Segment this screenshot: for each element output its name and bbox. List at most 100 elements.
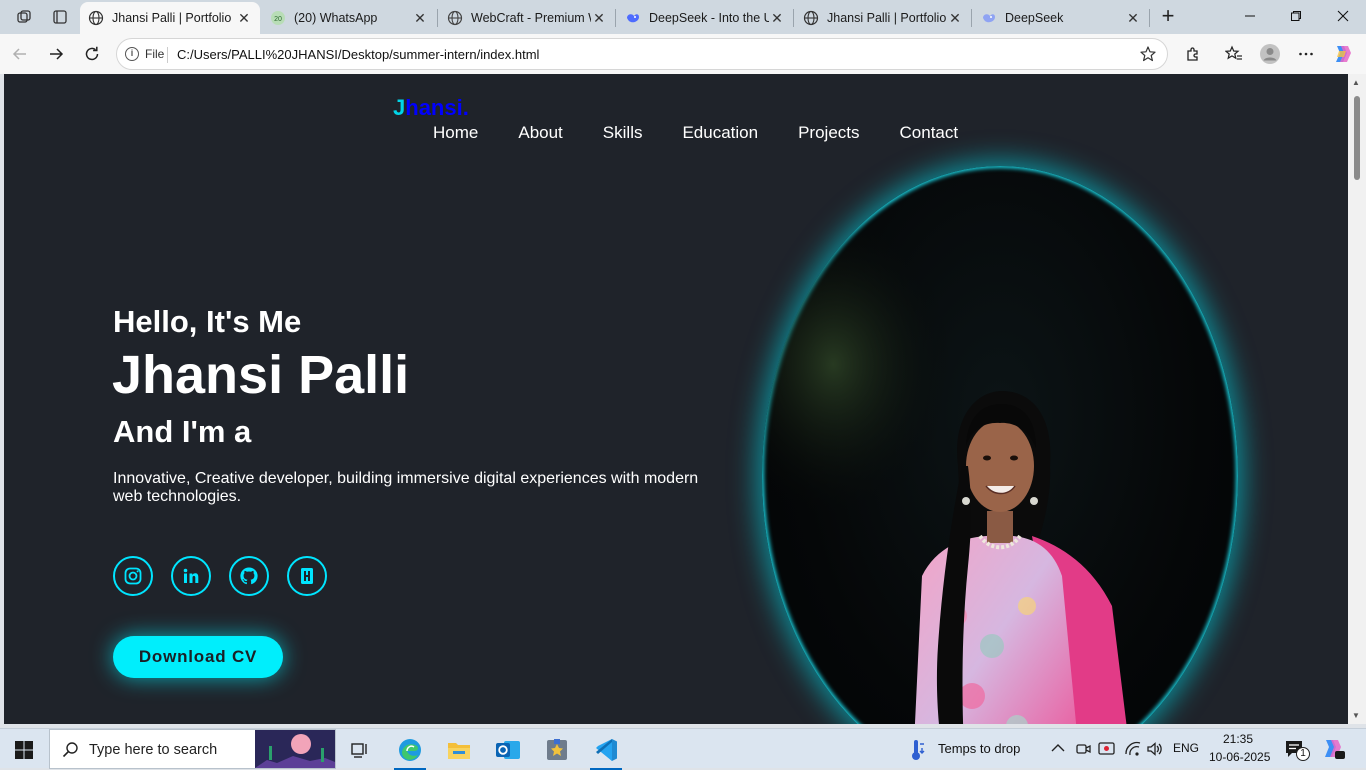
windows-start-icon[interactable]	[14, 740, 34, 765]
profile-photo-illustration	[762, 166, 1238, 724]
logo-rest: hansi.	[405, 95, 469, 120]
address-divider	[167, 47, 168, 63]
close-tab-icon[interactable]: ✕	[947, 10, 963, 27]
site-info-button[interactable]: i File	[125, 47, 164, 61]
main-nav: Home About Skills Education Projects Con…	[433, 123, 998, 143]
weather-text[interactable]: Temps to drop	[938, 741, 1020, 756]
instagram-icon	[124, 567, 142, 585]
tab-webcraft[interactable]: WebCraft - Premium W ✕	[439, 2, 615, 34]
close-tab-icon[interactable]: ✕	[591, 10, 607, 27]
favorites-icon[interactable]	[1222, 42, 1246, 66]
forward-button[interactable]	[44, 42, 68, 66]
nav-education[interactable]: Education	[682, 123, 758, 143]
new-tab-button[interactable]: +	[1156, 5, 1180, 29]
extensions-icon[interactable]	[1181, 42, 1205, 66]
tab-deepseek-into[interactable]: DeepSeek - Into the U ✕	[617, 2, 793, 34]
svg-text:20: 20	[274, 16, 282, 23]
instagram-link[interactable]	[113, 556, 153, 596]
social-links	[113, 556, 345, 596]
screen-record-icon[interactable]	[1098, 741, 1116, 762]
browser-toolbar: i File C:/Users/PALLI%20JHANSI/Desktop/s…	[0, 34, 1366, 74]
deepseek-icon	[981, 10, 997, 26]
tab-divider	[437, 9, 438, 27]
edge-taskbar-icon[interactable]	[390, 733, 430, 770]
restore-button[interactable]	[1273, 0, 1319, 32]
tab-title: DeepSeek - Into the U	[649, 11, 769, 25]
refresh-button[interactable]	[80, 42, 104, 66]
tab-title: Jhansi Palli | Portfolio	[112, 11, 232, 25]
more-options-icon[interactable]	[1294, 42, 1318, 66]
weather-thermometer-icon[interactable]	[908, 739, 926, 766]
profile-photo	[762, 166, 1238, 724]
outlook-icon[interactable]	[488, 733, 528, 767]
language-indicator[interactable]: ENG	[1173, 741, 1199, 755]
copilot-icon[interactable]	[1330, 42, 1354, 66]
tab-actions-icon[interactable]	[47, 4, 73, 30]
wifi-icon[interactable]	[1124, 741, 1142, 762]
tab-deepseek[interactable]: DeepSeek ✕	[973, 2, 1149, 34]
chevron-up-icon[interactable]	[1050, 741, 1066, 760]
task-view-icon[interactable]	[340, 733, 380, 767]
hackerrank-icon	[301, 568, 313, 584]
hackerrank-link[interactable]	[287, 556, 327, 596]
close-tab-icon[interactable]: ✕	[412, 10, 428, 27]
workspaces-icon[interactable]	[11, 4, 37, 30]
logo-initial: J	[393, 95, 406, 120]
favorite-star-icon[interactable]	[1139, 45, 1157, 68]
globe-icon	[88, 10, 104, 26]
tab-whatsapp[interactable]: 20 (20) WhatsApp ✕	[262, 2, 436, 34]
deepseek-icon	[625, 10, 641, 26]
meet-now-icon[interactable]	[1075, 741, 1091, 762]
hero-description: Innovative, Creative developer, building…	[113, 470, 699, 505]
github-icon	[240, 567, 258, 585]
file-explorer-icon[interactable]	[439, 733, 479, 767]
close-tab-icon[interactable]: ✕	[236, 10, 252, 27]
hero-role: And I'm a	[113, 414, 252, 449]
nav-contact[interactable]: Contact	[900, 123, 959, 143]
taskbar-search[interactable]: Type here to search	[49, 729, 336, 769]
clock-time[interactable]: 21:35	[1223, 732, 1253, 746]
profile-avatar-icon[interactable]	[1258, 42, 1282, 66]
scrollbar-thumb[interactable]	[1354, 96, 1360, 180]
url-text[interactable]: C:/Users/PALLI%20JHANSI/Desktop/summer-i…	[177, 47, 539, 62]
copilot-taskbar-icon[interactable]	[1321, 738, 1345, 765]
close-tab-icon[interactable]: ✕	[1125, 10, 1141, 27]
globe-icon	[447, 10, 463, 26]
site-logo[interactable]: Jhansi.	[393, 95, 469, 121]
close-tab-icon[interactable]: ✕	[769, 10, 785, 27]
clock-date[interactable]: 10-06-2025	[1209, 750, 1270, 764]
notifications-icon[interactable]: 1	[1284, 739, 1310, 761]
scroll-up-icon[interactable]: ▲	[1352, 78, 1360, 87]
hero-greeting: Hello, It's Me	[113, 304, 302, 339]
windows-taskbar: Type here to search Temps to drop ENG 21…	[0, 728, 1366, 770]
page-scrollbar[interactable]: ▲ ▼	[1348, 74, 1366, 724]
nav-home[interactable]: Home	[433, 123, 478, 143]
tab-divider	[615, 9, 616, 27]
hero-name: Jhansi Palli	[112, 345, 410, 405]
whatsapp-icon: 20	[270, 10, 286, 26]
info-icon: i	[125, 47, 139, 61]
linkedin-icon	[183, 568, 199, 583]
github-link[interactable]	[229, 556, 269, 596]
store-app-icon[interactable]	[537, 733, 577, 767]
tab-portfolio[interactable]: Jhansi Palli | Portfolio ✕	[80, 2, 260, 34]
volume-icon[interactable]	[1146, 741, 1164, 762]
tab-title: DeepSeek	[1005, 11, 1064, 25]
download-cv-button[interactable]: Download CV	[113, 636, 283, 678]
page-viewport: Jhansi. Home About Skills Education Proj…	[4, 74, 1348, 724]
search-placeholder: Type here to search	[89, 742, 218, 758]
search-icon	[62, 742, 78, 758]
vscode-icon[interactable]	[586, 733, 626, 770]
address-bar[interactable]: i File C:/Users/PALLI%20JHANSI/Desktop/s…	[116, 38, 1168, 70]
tab-portfolio-2[interactable]: Jhansi Palli | Portfolio ✕	[795, 2, 971, 34]
close-window-button[interactable]	[1320, 0, 1366, 32]
nav-projects[interactable]: Projects	[798, 123, 859, 143]
scroll-down-icon[interactable]: ▼	[1352, 711, 1360, 720]
nav-about[interactable]: About	[518, 123, 562, 143]
notification-badge: 1	[1296, 747, 1310, 761]
linkedin-link[interactable]	[171, 556, 211, 596]
tab-title: WebCraft - Premium W	[471, 11, 591, 25]
back-button[interactable]	[8, 42, 32, 66]
minimize-button[interactable]	[1227, 0, 1273, 32]
nav-skills[interactable]: Skills	[603, 123, 643, 143]
